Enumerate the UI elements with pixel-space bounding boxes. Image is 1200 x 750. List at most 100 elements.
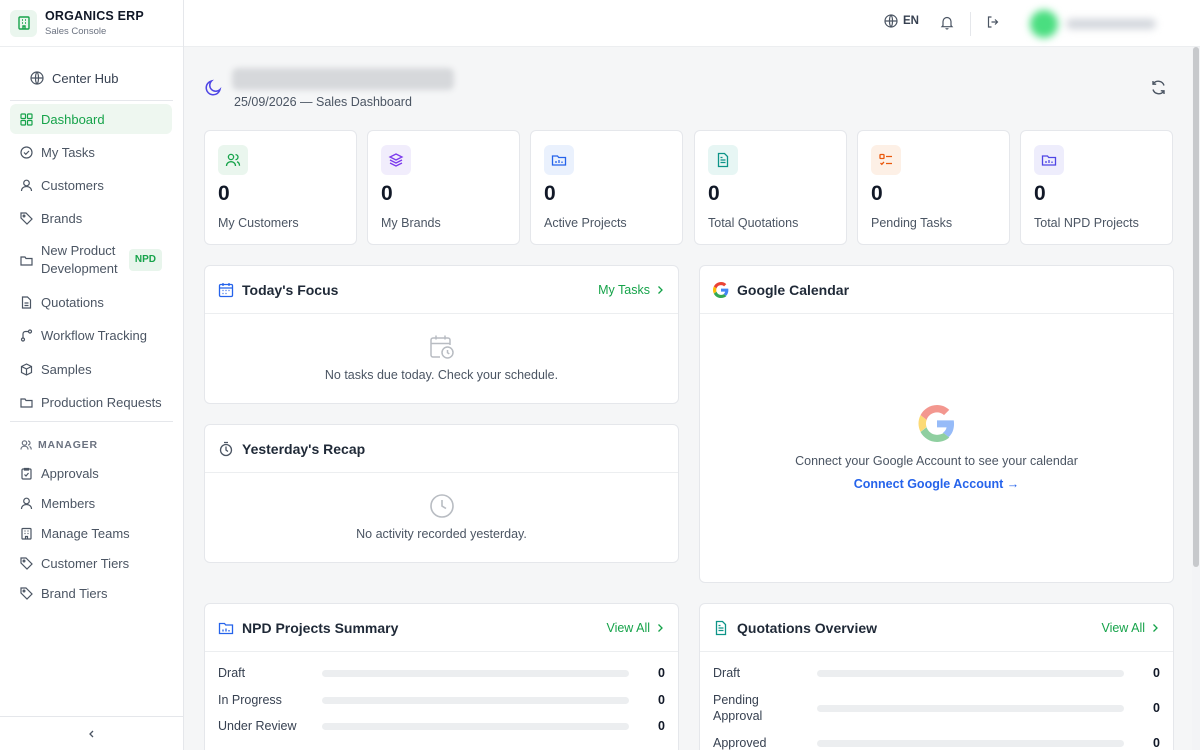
status-label: Approved <box>713 736 767 750</box>
notifications-button[interactable] <box>940 15 954 35</box>
google-icon <box>713 281 729 298</box>
todays-focus-panel: Today's Focus My Tasks No tasks due toda… <box>204 265 679 404</box>
sidebar-item-label: Quotations <box>41 294 104 310</box>
sidebar: ORGANICS ERP Sales Console Center Hub Da… <box>0 0 184 750</box>
collapse-sidebar-button[interactable] <box>0 716 184 750</box>
sidebar-item-label: Workflow Tracking <box>41 327 147 343</box>
status-row-draft: Draft 0 <box>713 665 1160 681</box>
building-logo-icon <box>10 9 37 37</box>
status-row-pending-approval: Pending Approval 0 <box>713 692 1160 724</box>
brand-header[interactable]: ORGANICS ERP Sales Console <box>0 0 183 47</box>
stat-card-my-brands[interactable]: 0 My Brands <box>367 130 520 245</box>
sidebar-item-npd[interactable]: New Product Development NPD <box>10 240 172 280</box>
center-hub-link[interactable]: Center Hub <box>10 62 172 94</box>
connect-google-account-link[interactable]: Connect Google Account → <box>700 477 1173 491</box>
status-count: 0 <box>658 693 665 707</box>
chevron-right-icon <box>1153 623 1158 632</box>
panel-title: NPD Projects Summary <box>242 619 399 636</box>
sidebar-item-workflow-tracking[interactable]: Workflow Tracking <box>10 320 172 350</box>
stat-card-active-projects[interactable]: 0 Active Projects <box>530 130 683 245</box>
status-row-under-review: Under Review 0 <box>218 718 665 734</box>
sidebar-item-customers[interactable]: Customers <box>10 170 172 200</box>
stopwatch-icon <box>219 441 233 456</box>
status-count: 0 <box>1153 736 1160 750</box>
progress-bar <box>817 704 1124 712</box>
sidebar-item-members[interactable]: Members <box>10 488 172 518</box>
sidebar-item-my-tasks[interactable]: My Tasks <box>10 137 172 167</box>
status-row-approved: Approved 0 <box>713 735 1160 750</box>
app-subtitle: Sales Console <box>45 26 107 37</box>
divider <box>970 12 971 36</box>
stat-card-pending-tasks[interactable]: 0 Pending Tasks <box>857 130 1010 245</box>
language-label: EN <box>903 15 919 27</box>
refresh-icon <box>1152 80 1165 95</box>
folder-chart-icon <box>218 622 234 634</box>
moon-icon <box>205 79 222 96</box>
view-all-link[interactable]: View All <box>1101 621 1159 635</box>
my-tasks-link[interactable]: My Tasks <box>598 283 664 297</box>
sidebar-item-label: Customers <box>41 177 104 193</box>
workflow-icon <box>20 328 33 342</box>
clock-icon <box>429 494 454 518</box>
status-row-draft: Draft 0 <box>218 665 665 681</box>
stat-label: Total NPD Projects <box>1034 216 1139 230</box>
sidebar-item-brands[interactable]: Brands <box>10 203 172 233</box>
google-logo-icon <box>918 405 954 442</box>
layers-icon <box>381 145 411 175</box>
npd-badge: NPD <box>128 249 162 271</box>
npd-projects-summary-panel: NPD Projects Summary View All Draft 0 In… <box>204 603 679 750</box>
sidebar-item-label: Manage Teams <box>41 525 130 541</box>
globe-icon <box>884 14 898 28</box>
stat-card-my-customers[interactable]: 0 My Customers <box>204 130 357 245</box>
empty-message: No activity recorded yesterday. <box>356 527 527 541</box>
globe-icon <box>30 71 44 85</box>
status-count: 0 <box>1153 666 1160 680</box>
google-calendar-panel: Google Calendar Connect your Google Acco… <box>699 265 1174 583</box>
stat-card-total-npd-projects[interactable]: 0 Total NPD Projects <box>1020 130 1173 245</box>
progress-bar <box>817 669 1124 677</box>
stat-label: Pending Tasks <box>871 216 953 230</box>
progress-bar <box>817 739 1124 747</box>
sidebar-item-approvals[interactable]: Approvals <box>10 458 172 488</box>
sidebar-item-production-requests[interactable]: Production Requests <box>10 387 172 417</box>
chevron-right-icon <box>658 285 663 294</box>
view-all-link[interactable]: View All <box>606 621 664 635</box>
sidebar-item-manage-teams[interactable]: Manage Teams <box>10 518 172 548</box>
sidebar-item-label: Customer Tiers <box>41 555 130 571</box>
divider <box>10 421 173 422</box>
stat-value: 0 <box>544 182 556 205</box>
tag-icon <box>20 556 33 570</box>
sidebar-item-label: Brand Tiers <box>41 585 108 601</box>
panel-header: Yesterday's Recap <box>205 425 678 473</box>
divider <box>10 100 173 101</box>
quotations-overview-panel: Quotations Overview View All Draft 0 Pen… <box>699 603 1174 750</box>
sidebar-item-brand-tiers[interactable]: Brand Tiers <box>10 578 172 608</box>
list-check-icon <box>871 145 901 175</box>
sidebar-item-customer-tiers[interactable]: Customer Tiers <box>10 548 172 578</box>
refresh-button[interactable] <box>1150 79 1167 101</box>
scrollbar-thumb[interactable] <box>1193 47 1199 567</box>
status-label: Draft <box>218 666 246 680</box>
sidebar-item-dashboard[interactable]: Dashboard <box>10 104 172 134</box>
language-switcher[interactable]: EN <box>884 14 919 28</box>
theme-toggle[interactable] <box>204 78 223 102</box>
avatar <box>1030 10 1058 38</box>
status-count: 0 <box>1153 701 1160 715</box>
progress-bar <box>322 669 629 677</box>
connect-message: Connect your Google Account to see your … <box>795 454 1078 468</box>
sidebar-item-samples[interactable]: Samples <box>10 354 172 384</box>
document-icon <box>21 295 32 309</box>
clipboard-icon <box>21 467 32 480</box>
sidebar-item-quotations[interactable]: Quotations <box>10 287 172 317</box>
app-title: ORGANICS ERP <box>45 9 144 23</box>
user-menu[interactable] <box>1030 8 1170 40</box>
users-icon <box>20 440 32 450</box>
sidebar-item-label: Members <box>41 495 96 511</box>
stat-label: My Customers <box>218 216 299 230</box>
logout-button[interactable] <box>986 15 1000 34</box>
progress-bar <box>322 696 629 704</box>
stat-card-total-quotations[interactable]: 0 Total Quotations <box>694 130 847 245</box>
panel-title: Google Calendar <box>737 281 850 298</box>
topbar: EN <box>184 0 1200 47</box>
sidebar-item-label: Brands <box>41 210 83 226</box>
